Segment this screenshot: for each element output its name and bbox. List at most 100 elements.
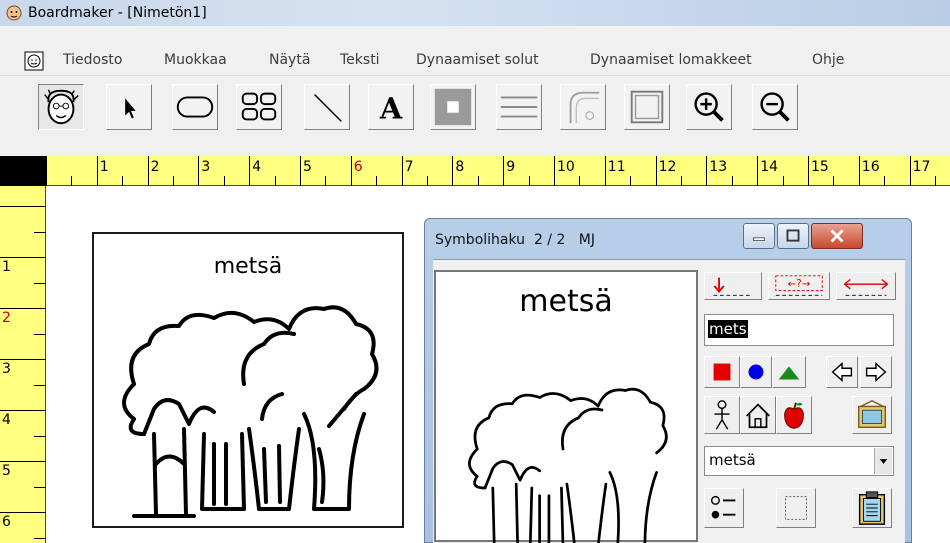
apple-icon <box>784 402 804 429</box>
dropdown-arrow[interactable] <box>874 448 892 474</box>
symbol-name-select[interactable]: metsä <box>704 446 894 476</box>
previous-symbol-button[interactable] <box>826 356 858 388</box>
search-start-button[interactable] <box>704 272 762 300</box>
ruler-number: 1 <box>2 259 11 275</box>
ruler-major-tick <box>249 156 251 186</box>
all-categories-button[interactable] <box>852 396 892 434</box>
horizontal-lines-icon <box>500 96 538 118</box>
green-triangle-icon <box>778 366 800 380</box>
face-icon <box>44 89 79 125</box>
horizontal-ruler: 1 2 3 4 5 6 7 8 9 10 11 12 13 14 15 16 17 <box>0 156 950 186</box>
text-tool-button[interactable]: A <box>368 84 414 130</box>
chevron-down-icon <box>879 459 888 464</box>
places-category-button[interactable] <box>740 396 776 434</box>
ruler-major-tick <box>554 156 555 186</box>
ruler-minor-tick <box>34 486 46 488</box>
ruler-number: 13 <box>709 159 728 175</box>
ruler-major-tick <box>300 156 301 186</box>
house-icon <box>746 403 770 429</box>
close-button[interactable] <box>811 223 863 249</box>
line-thickness-button[interactable] <box>496 84 542 130</box>
next-symbol-button[interactable] <box>860 356 892 388</box>
board-cell[interactable]: metsä <box>92 232 404 528</box>
ruler-minor-tick <box>935 176 936 186</box>
ruler-number: 2 <box>2 310 11 326</box>
search-options-button[interactable] <box>704 488 744 528</box>
ruler-major-tick <box>503 156 505 186</box>
arrow-pointer-icon <box>125 98 136 119</box>
color-filter-button[interactable] <box>704 356 740 388</box>
ruler-minor-tick <box>34 231 46 233</box>
clipboard-button[interactable] <box>852 488 892 528</box>
ruler-number: 6 <box>353 159 363 175</box>
red-square-icon <box>713 363 731 381</box>
framed-square-icon <box>630 90 664 124</box>
border-style-button[interactable] <box>624 84 670 130</box>
blue-circle-icon <box>748 364 764 380</box>
forest-preview-icon <box>468 387 668 543</box>
blank-cell-button[interactable] <box>776 488 816 528</box>
ruler-minor-tick <box>528 176 530 186</box>
minimize-icon <box>753 237 765 241</box>
symbol-finder-button[interactable] <box>38 84 84 130</box>
ruler-minor-tick <box>34 537 46 539</box>
menu-dynaamiset-lomakkeet[interactable]: Dynaamiset lomakkeet <box>590 52 752 68</box>
symbol-search-input[interactable]: mets <box>704 314 894 346</box>
ruler-minor-tick <box>34 333 46 335</box>
ruler-minor-tick <box>579 176 581 186</box>
ruler-minor-tick <box>477 176 479 186</box>
fill-color-button[interactable] <box>430 84 476 130</box>
letter-a-icon: A <box>379 91 403 125</box>
line-tool-button[interactable] <box>304 84 350 130</box>
pointer-tool-button[interactable] <box>106 84 152 130</box>
people-category-button[interactable] <box>704 396 740 434</box>
ruler-corner <box>0 156 46 186</box>
person-icon <box>714 400 730 430</box>
dotted-square-icon <box>785 496 807 520</box>
zoom-in-icon <box>694 92 724 122</box>
menu-teksti[interactable]: Teksti <box>340 52 380 68</box>
bw-filter-button[interactable] <box>740 356 772 388</box>
ruler-major-tick <box>0 512 46 513</box>
menu-bar: Tiedosto Muokkaa Näytä Teksti Dynaamiset… <box>0 46 950 76</box>
ruler-minor-tick <box>173 176 174 186</box>
title-spacer <box>0 26 950 46</box>
ruler-minor-tick <box>884 176 886 186</box>
down-arrow-icon <box>713 277 753 296</box>
category-filter-button[interactable] <box>772 356 806 388</box>
svg-text:A: A <box>379 91 403 125</box>
cell-sequencer-button[interactable] <box>236 84 282 130</box>
food-category-button[interactable] <box>776 396 812 434</box>
ruler-major-tick <box>604 156 606 186</box>
search-anywhere-button[interactable]: ←?→ <box>768 272 830 300</box>
boardmaker-app-icon <box>6 5 22 21</box>
search-text: mets <box>708 320 748 338</box>
ruler-number: 2 <box>150 159 160 175</box>
ruler-number: 3 <box>201 159 211 175</box>
double-arrow-icon <box>843 278 889 296</box>
menu-muokkaa[interactable]: Muokkaa <box>164 52 227 68</box>
menu-nayta[interactable]: Näytä <box>269 52 310 68</box>
menu-dynaamiset-solut[interactable]: Dynaamiset solut <box>416 52 539 68</box>
window-title: Boardmaker - [Nimetön1] <box>28 5 207 21</box>
minimize-button[interactable] <box>743 223 775 249</box>
ruler-number: 5 <box>303 159 312 175</box>
maximize-button[interactable] <box>777 223 809 249</box>
menu-ohje[interactable]: Ohje <box>812 52 844 68</box>
menu-tiedosto[interactable]: Tiedosto <box>63 52 122 68</box>
document-face-icon[interactable] <box>24 51 44 71</box>
maximize-icon <box>786 229 800 242</box>
search-whole-word-button[interactable] <box>836 272 896 300</box>
ruler-minor-tick <box>34 384 46 386</box>
corner-style-button[interactable] <box>560 84 606 130</box>
ruler-number: 4 <box>252 159 262 175</box>
vertical-ruler: 1 2 3 4 5 6 <box>0 186 46 543</box>
zoom-in-button[interactable] <box>686 84 732 130</box>
zoom-out-button[interactable] <box>752 84 798 130</box>
toolbar: A <box>0 76 950 156</box>
options-list-icon <box>710 495 736 519</box>
ruler-major-tick <box>0 461 46 462</box>
cell-tool-button[interactable] <box>172 84 218 130</box>
ruler-minor-tick <box>223 176 225 186</box>
ruler-major-tick <box>808 156 809 186</box>
